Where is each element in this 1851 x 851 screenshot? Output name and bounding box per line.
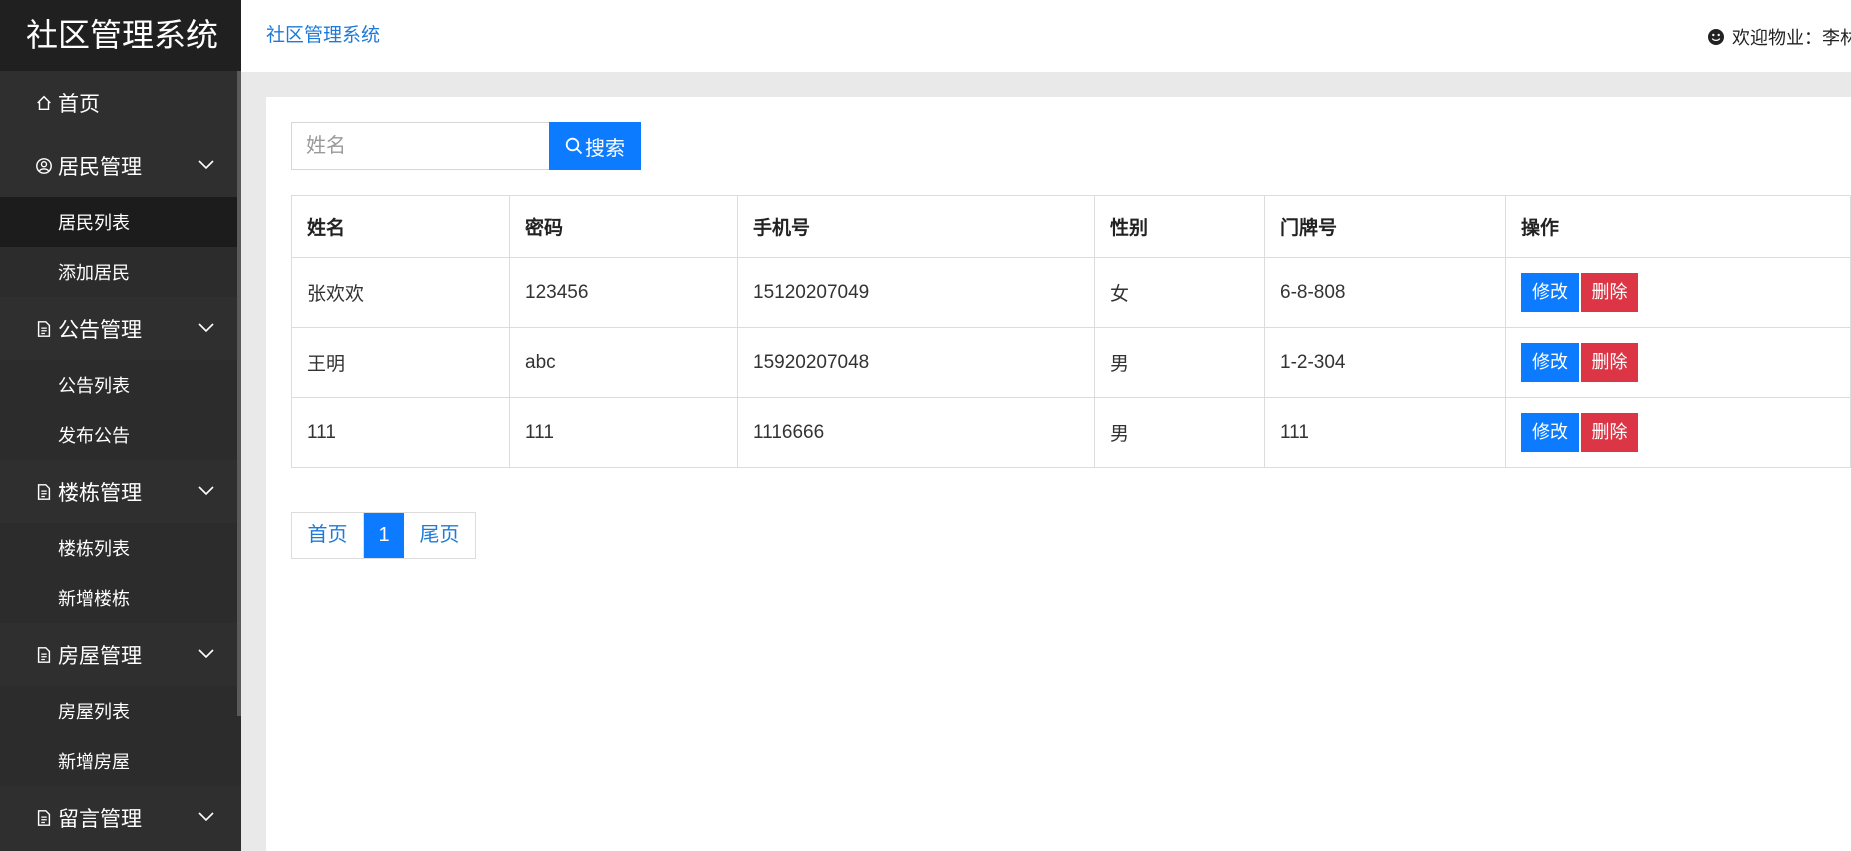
table-row: 张欢欢 123456 15120207049 女 6-8-808 修改 删除 — [291, 257, 1851, 328]
chevron-down-icon — [198, 649, 214, 659]
cell-password: 123456 — [509, 257, 738, 328]
column-header-phone: 手机号 — [737, 195, 1095, 258]
cell-password: 111 — [509, 397, 738, 468]
page-first-link[interactable]: 首页 — [292, 513, 364, 558]
search-input[interactable] — [291, 122, 549, 170]
search-button-label: 搜索 — [585, 137, 625, 160]
sidebar-group-label: 留言管理 — [58, 807, 142, 831]
edit-button[interactable]: 修改 — [1521, 343, 1579, 382]
home-icon — [34, 93, 54, 113]
cell-gender: 男 — [1094, 397, 1265, 468]
document-icon — [34, 482, 54, 502]
cell-door: 6-8-808 — [1264, 257, 1506, 328]
search-bar: 搜索 — [291, 122, 641, 170]
sidebar-item-add-house[interactable]: 新增房屋 — [0, 736, 241, 786]
cell-phone: 15120207049 — [737, 257, 1095, 328]
residents-table: 姓名 密码 手机号 性别 门牌号 操作 张欢欢 123456 151202070… — [291, 195, 1851, 468]
cell-actions: 修改 删除 — [1505, 397, 1851, 468]
chevron-down-icon — [198, 323, 214, 333]
top-bar: 社区管理系统 欢迎物业：李林 — [241, 0, 1851, 72]
column-header-door: 门牌号 — [1264, 195, 1506, 258]
main-content: 搜索 姓名 密码 手机号 性别 门牌号 操作 张欢欢 123456 151202… — [266, 97, 1851, 851]
user-circle-icon — [34, 156, 54, 176]
chevron-down-icon — [198, 486, 214, 496]
cell-name: 张欢欢 — [291, 257, 510, 328]
pagination: 首页 1 尾页 — [291, 512, 476, 559]
smiley-icon — [1708, 29, 1724, 45]
cell-gender: 男 — [1094, 327, 1265, 398]
chevron-down-icon — [198, 812, 214, 822]
table-row: 王明 abc 15920207048 男 1-2-304 修改 删除 — [291, 327, 1851, 398]
document-icon — [34, 645, 54, 665]
sidebar-item-notice-list[interactable]: 公告列表 — [0, 360, 241, 410]
welcome-text: 欢迎物业：李林 — [1732, 28, 1851, 48]
cell-name: 111 — [291, 397, 510, 468]
sidebar-group-houses[interactable]: 房屋管理 — [0, 623, 241, 686]
document-icon — [34, 808, 54, 828]
page-current[interactable]: 1 — [364, 513, 404, 558]
cell-actions: 修改 删除 — [1505, 327, 1851, 398]
sidebar-menu: 首页 居民管理 居民列表 添加居民 公告管理 公告列表 发布公告 楼栋管理 楼栋… — [0, 71, 241, 849]
search-button[interactable]: 搜索 — [549, 122, 641, 170]
sidebar-item-label: 首页 — [58, 92, 100, 116]
brand-title: 社区管理系统 — [0, 0, 241, 71]
chevron-down-icon — [198, 160, 214, 170]
column-header-gender: 性别 — [1094, 195, 1265, 258]
sidebar-group-messages[interactable]: 留言管理 — [0, 786, 241, 849]
cell-phone: 1116666 — [737, 397, 1095, 468]
cell-actions: 修改 删除 — [1505, 257, 1851, 328]
welcome-user[interactable]: 欢迎物业：李林 — [1707, 24, 1851, 50]
sidebar: 社区管理系统 首页 居民管理 居民列表 添加居民 公告管理 公告列表 发布公告 — [0, 0, 241, 851]
delete-button[interactable]: 删除 — [1581, 343, 1638, 382]
edit-button[interactable]: 修改 — [1521, 413, 1579, 452]
search-icon — [565, 137, 583, 155]
cell-door: 111 — [1264, 397, 1506, 468]
column-header-actions: 操作 — [1505, 195, 1851, 258]
cell-password: abc — [509, 327, 738, 398]
sidebar-item-building-list[interactable]: 楼栋列表 — [0, 523, 241, 573]
table-header-row: 姓名 密码 手机号 性别 门牌号 操作 — [291, 195, 1851, 258]
sidebar-item-add-building[interactable]: 新增楼栋 — [0, 573, 241, 623]
sidebar-group-label: 房屋管理 — [58, 644, 142, 668]
sidebar-item-home[interactable]: 首页 — [0, 71, 241, 134]
sidebar-group-label: 居民管理 — [58, 155, 142, 179]
sidebar-group-label: 楼栋管理 — [58, 481, 142, 505]
sidebar-item-publish-notice[interactable]: 发布公告 — [0, 410, 241, 460]
cell-name: 王明 — [291, 327, 510, 398]
column-header-password: 密码 — [509, 195, 738, 258]
sidebar-item-resident-list[interactable]: 居民列表 — [0, 197, 241, 247]
delete-button[interactable]: 删除 — [1581, 273, 1638, 312]
page-last-link[interactable]: 尾页 — [404, 513, 475, 558]
sidebar-item-house-list[interactable]: 房屋列表 — [0, 686, 241, 736]
table-row: 111 111 1116666 男 111 修改 删除 — [291, 397, 1851, 468]
delete-button[interactable]: 删除 — [1581, 413, 1638, 452]
document-icon — [34, 319, 54, 339]
top-title-link[interactable]: 社区管理系统 — [266, 20, 380, 47]
sidebar-group-notices[interactable]: 公告管理 — [0, 297, 241, 360]
cell-gender: 女 — [1094, 257, 1265, 328]
sidebar-scrollbar[interactable] — [237, 71, 241, 716]
sidebar-group-residents[interactable]: 居民管理 — [0, 134, 241, 197]
cell-door: 1-2-304 — [1264, 327, 1506, 398]
column-header-name: 姓名 — [291, 195, 510, 258]
sidebar-item-add-resident[interactable]: 添加居民 — [0, 247, 241, 297]
sidebar-group-label: 公告管理 — [58, 318, 142, 342]
sidebar-group-buildings[interactable]: 楼栋管理 — [0, 460, 241, 523]
edit-button[interactable]: 修改 — [1521, 273, 1579, 312]
cell-phone: 15920207048 — [737, 327, 1095, 398]
